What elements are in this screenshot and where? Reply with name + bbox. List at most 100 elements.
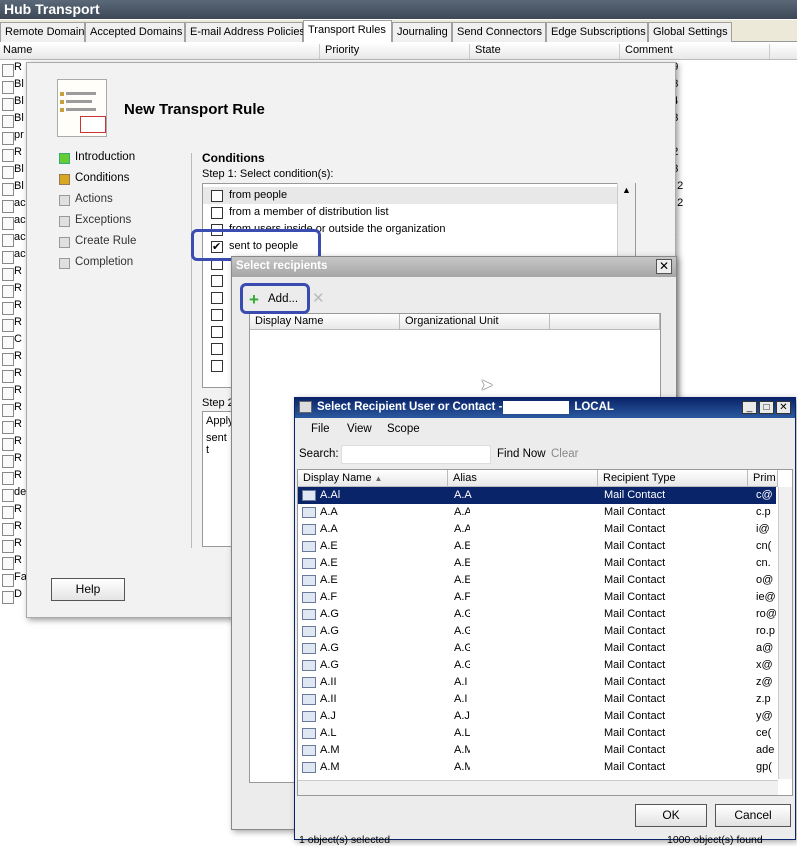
cell-prim: z.p [756, 693, 771, 705]
recipient-row[interactable]: A.G A.G Mail Contact x@ [298, 657, 776, 674]
maximize-icon[interactable]: □ [759, 401, 774, 414]
condition-checkbox[interactable] [211, 275, 223, 287]
menu-file[interactable]: File [311, 423, 330, 435]
col-organizational-unit[interactable]: Organizational Unit [400, 314, 550, 330]
cell-type: Mail Contact [604, 710, 666, 722]
tab-email-address-policies[interactable]: E-mail Address Policies [185, 22, 305, 42]
condition-checkbox[interactable] [211, 343, 223, 355]
recipient-row[interactable]: A.II A.I Mail Contact z@ [298, 674, 776, 691]
clear-button[interactable]: Clear [551, 448, 578, 460]
scroll-up-icon[interactable]: ▲ [622, 185, 631, 195]
col-priority[interactable]: Priority [322, 44, 470, 59]
cell-prim: a@ [756, 642, 774, 654]
recipient-row[interactable]: A.A A.A Mail Contact i@ [298, 521, 776, 538]
step2-link[interactable]: sent t [206, 432, 232, 456]
condition-item[interactable]: from a member of distribution list [203, 204, 619, 221]
wizard-rule-icon [57, 79, 107, 137]
condition-checkbox[interactable] [211, 326, 223, 338]
close-icon[interactable]: ✕ [776, 401, 791, 414]
step2-label: Step 2 [202, 397, 234, 409]
minimize-icon[interactable]: _ [742, 401, 757, 414]
ok-button[interactable]: OK [635, 804, 707, 827]
cell-alias: A.A [454, 489, 472, 501]
col-state[interactable]: State [472, 44, 620, 59]
tab-remote-domains[interactable]: Remote Domains [0, 22, 90, 42]
horizontal-scrollbar[interactable] [298, 780, 778, 795]
recipient-row[interactable]: A.M A.M Mail Contact gp( [298, 759, 776, 776]
recipient-row[interactable]: A.II A.I Mail Contact z.p [298, 691, 776, 708]
help-button[interactable]: Help [51, 578, 125, 601]
condition-checkbox[interactable] [211, 190, 223, 202]
mail-contact-icon [302, 558, 316, 569]
redacted-name [348, 555, 428, 572]
mail-contact-icon [302, 592, 316, 603]
mail-contact-icon [302, 575, 316, 586]
tab-transport-rules[interactable]: Transport Rules [303, 20, 392, 42]
cell-prim: ade [756, 744, 775, 756]
mouse-cursor-icon: ➤ [480, 377, 494, 394]
recipient-row[interactable]: A.E A.E Mail Contact cn. [298, 555, 776, 572]
cell-type: Mail Contact [604, 557, 666, 569]
mail-contact-icon [302, 694, 316, 705]
redacted-name [348, 657, 428, 674]
mail-contact-icon [302, 745, 316, 756]
col-comment[interactable]: Comment [622, 44, 770, 59]
tab-accepted-domains[interactable]: Accepted Domains [85, 22, 185, 42]
recipient-row[interactable]: A.J A.J Mail Contact y@ [298, 708, 776, 725]
condition-checkbox[interactable] [211, 309, 223, 321]
condition-item[interactable]: from people [203, 187, 619, 204]
col-primary-smtp[interactable]: Prim [748, 470, 778, 487]
col-name[interactable]: Name [0, 44, 320, 59]
search-input[interactable] [341, 445, 491, 464]
redacted-domain [503, 401, 569, 414]
mail-contact-icon [302, 524, 316, 535]
recipient-row[interactable]: A.Al A.A Mail Contact c@ [298, 487, 776, 504]
redacted-name [348, 742, 428, 759]
address-book-icon [299, 401, 312, 413]
col-display-name[interactable]: Display Name [250, 314, 400, 330]
nav-create-rule: Create Rule [57, 235, 136, 251]
recipient-row[interactable]: A.G A.G Mail Contact ro@ [298, 606, 776, 623]
tab-journaling[interactable]: Journaling [392, 22, 452, 42]
redacted-alias [470, 606, 598, 623]
highlight-add-button [240, 283, 310, 314]
redacted-alias [470, 504, 598, 521]
recipient-row[interactable]: A.F A.F Mail Contact ie@ [298, 589, 776, 606]
recipient-row[interactable]: A.E A.E Mail Contact cn( [298, 538, 776, 555]
menu-view[interactable]: View [347, 423, 372, 435]
col-recipient-type[interactable]: Recipient Type [598, 470, 748, 487]
col-alias[interactable]: Alias [448, 470, 598, 487]
menu-scope[interactable]: Scope [387, 423, 420, 435]
status-selected: 1 object(s) selected [299, 834, 391, 846]
col-display-name[interactable]: Display Name ▲ [298, 470, 448, 487]
cell-type: Mail Contact [604, 676, 666, 688]
recipient-row[interactable]: A.G A.G Mail Contact ro.p [298, 623, 776, 640]
cell-type: Mail Contact [604, 727, 666, 739]
redacted-name [348, 538, 428, 555]
find-now-button[interactable]: Find Now [497, 448, 546, 460]
close-button[interactable]: ✕ [656, 259, 672, 274]
tab-global-settings[interactable]: Global Settings [648, 22, 732, 42]
recipient-row[interactable]: A.A A.A Mail Contact c.p [298, 504, 776, 521]
cell-prim: o@ [756, 574, 774, 586]
cell-prim: ro.p [756, 625, 775, 637]
status-count: 1000 object(s) found [667, 834, 763, 846]
redacted-alias [470, 538, 598, 555]
condition-checkbox[interactable] [211, 207, 223, 219]
recipient-row[interactable]: A.M A.M Mail Contact ade [298, 742, 776, 759]
recipient-row[interactable]: A.G A.G Mail Contact a@ [298, 640, 776, 657]
remove-icon[interactable]: ✕ [312, 289, 325, 307]
recipient-row[interactable]: A.L A.L Mail Contact ce( [298, 725, 776, 742]
app-title: Hub Transport [0, 0, 797, 19]
recipient-grid: Display Name ▲ Alias Recipient Type Prim… [297, 469, 793, 796]
vertical-scrollbar[interactable] [778, 487, 792, 779]
cancel-button[interactable]: Cancel [715, 804, 791, 827]
nav-completion: Completion [57, 256, 133, 272]
cell-type: Mail Contact [604, 693, 666, 705]
condition-checkbox[interactable] [211, 292, 223, 304]
condition-checkbox[interactable] [211, 360, 223, 372]
tab-send-connectors[interactable]: Send Connectors [452, 22, 546, 42]
recipient-row[interactable]: A.E A.E Mail Contact o@ [298, 572, 776, 589]
tab-edge-subscriptions[interactable]: Edge Subscriptions [546, 22, 648, 42]
redacted-name [348, 725, 428, 742]
